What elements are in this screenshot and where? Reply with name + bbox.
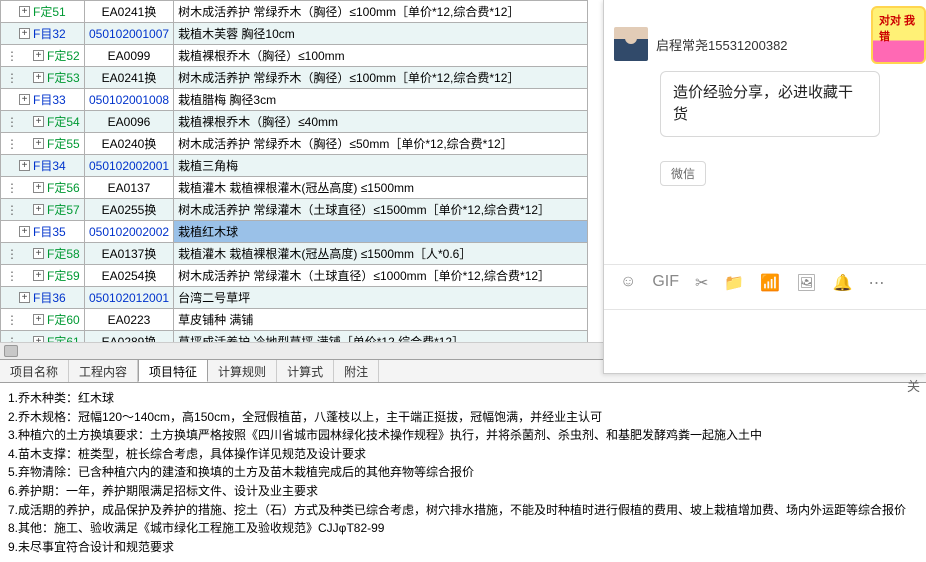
tree-label[interactable]: F定58 bbox=[47, 245, 80, 262]
desc-cell[interactable]: 树木成活养护 常绿乔木（胸径）≤100mm［单价*12,综合费*12］ bbox=[174, 1, 588, 23]
expand-icon[interactable]: + bbox=[33, 248, 44, 259]
desc-cell[interactable]: 栽植灌木 栽植裸根灌木(冠丛高度) ≤1500mm bbox=[174, 177, 588, 199]
desc-cell[interactable]: 树木成活养护 常绿灌木（土球直径）≤1500mm［单价*12,综合费*12］ bbox=[174, 199, 588, 221]
detail-panel: 1.乔木种类：红木球2.乔木规格：冠幅120～140cm，高150cm，全冠假植… bbox=[0, 383, 926, 562]
tree-label[interactable]: F定52 bbox=[47, 47, 80, 64]
tree-label[interactable]: F目35 bbox=[33, 223, 66, 240]
code-cell[interactable]: EA0137 bbox=[84, 177, 173, 199]
code-cell[interactable]: 050102001007 bbox=[84, 23, 173, 45]
expand-icon[interactable]: + bbox=[33, 204, 44, 215]
chat-input-area[interactable] bbox=[604, 309, 926, 373]
expand-icon[interactable]: + bbox=[19, 94, 30, 105]
desc-cell[interactable]: 栽植腊梅 胸径3cm bbox=[174, 89, 588, 111]
tab-3[interactable]: 计算规则 bbox=[208, 360, 277, 382]
expand-icon[interactable]: + bbox=[33, 116, 44, 127]
chat-tool-0[interactable]: ☺ bbox=[620, 273, 636, 293]
detail-line: 8.其他：施工、验收满足《城市绿化工程施工及验收规范》CJJφT82-99 bbox=[8, 519, 918, 538]
desc-cell[interactable]: 树木成活养护 常绿灌木（土球直径）≤1000mm［单价*12,综合费*12］ bbox=[174, 265, 588, 287]
code-cell[interactable]: EA0241换 bbox=[84, 1, 173, 23]
tab-1[interactable]: 工程内容 bbox=[69, 360, 138, 382]
desc-cell[interactable]: 树木成活养护 常绿乔木（胸径）≤100mm［单价*12,综合费*12］ bbox=[174, 67, 588, 89]
chat-tool-5[interactable]: 🖼 bbox=[796, 273, 816, 293]
chat-tool-1[interactable]: GIF bbox=[652, 273, 679, 293]
desc-cell[interactable]: 栽植裸根乔木（胸径）≤100mm bbox=[174, 45, 588, 67]
chat-close-button[interactable]: 关 bbox=[907, 376, 920, 395]
tree-label[interactable]: F定57 bbox=[47, 201, 80, 218]
detail-line: 4.苗木支撑：桩类型，桩长综合考虑，具体操作详见规范及设计要求 bbox=[8, 445, 918, 464]
code-cell[interactable]: 050102002002 bbox=[84, 221, 173, 243]
expand-icon[interactable]: + bbox=[33, 138, 44, 149]
tree-label[interactable]: F定56 bbox=[47, 179, 80, 196]
chat-toolbar: ☺ GIF ✂ 📁 📶 🖼 🔔 ⋯ bbox=[604, 264, 926, 301]
tab-2[interactable]: 项目特征 bbox=[138, 359, 208, 382]
expand-icon[interactable]: + bbox=[19, 28, 30, 39]
desc-cell[interactable]: 树木成活养护 常绿乔木（胸径）≤50mm［单价*12,综合费*12］ bbox=[174, 133, 588, 155]
desc-cell[interactable]: 栽植裸根乔木（胸径）≤40mm bbox=[174, 111, 588, 133]
chat-message-bubble: 造价经验分享，必进收藏干货 bbox=[660, 71, 880, 137]
detail-line: 6.养护期：一年，养护期限满足招标文件、设计及业主要求 bbox=[8, 482, 918, 501]
detail-line: 3.种植穴的土方换填要求：土方换填严格按照《四川省城市园林绿化技术操作规程》执行… bbox=[8, 426, 918, 445]
tree-label[interactable]: F定54 bbox=[47, 113, 80, 130]
expand-icon[interactable]: + bbox=[19, 292, 30, 303]
expand-icon[interactable]: + bbox=[33, 50, 44, 61]
code-cell[interactable]: EA0240换 bbox=[84, 133, 173, 155]
tree-label[interactable]: F目32 bbox=[33, 25, 66, 42]
desc-cell[interactable]: 栽植灌木 栽植裸根灌木(冠丛高度) ≤1500mm［人*0.6］ bbox=[174, 243, 588, 265]
tree-label[interactable]: F目33 bbox=[33, 91, 66, 108]
desc-cell[interactable]: 栽植木芙蓉 胸径10cm bbox=[174, 23, 588, 45]
tree-label[interactable]: F定59 bbox=[47, 267, 80, 284]
chat-panel: 撤回 启程常尧15531200382 造价经验分享，必进收藏干货 微信 对对 我… bbox=[603, 0, 926, 374]
tab-4[interactable]: 计算式 bbox=[277, 360, 334, 382]
chat-tool-2[interactable]: ✂ bbox=[695, 273, 708, 293]
chat-tool-3[interactable]: 📁 bbox=[724, 273, 744, 293]
code-cell[interactable]: EA0255换 bbox=[84, 199, 173, 221]
expand-icon[interactable]: + bbox=[33, 314, 44, 325]
desc-cell[interactable]: 草坪成活养护 冷地型草坪 满铺［单价*12,综合费*12］ bbox=[174, 331, 588, 343]
detail-line: 5.弃物清除：已含种植穴内的建渣和换填的土方及苗木栽植完成后的其他弃物等综合报价 bbox=[8, 463, 918, 482]
scrollbar-thumb[interactable] bbox=[4, 345, 18, 357]
code-cell[interactable]: EA0241换 bbox=[84, 67, 173, 89]
expand-icon[interactable]: + bbox=[19, 160, 30, 171]
desc-cell[interactable]: 草皮铺种 满铺 bbox=[174, 309, 588, 331]
detail-line: 2.乔木规格：冠幅120～140cm，高150cm，全冠假植苗，八蓬枝以上，主干… bbox=[8, 408, 918, 427]
tree-label[interactable]: F目36 bbox=[33, 289, 66, 306]
chat-tool-7[interactable]: ⋯ bbox=[869, 273, 885, 293]
chat-contact-name: 启程常尧15531200382 bbox=[656, 35, 788, 54]
code-cell[interactable]: EA0096 bbox=[84, 111, 173, 133]
expand-icon[interactable]: + bbox=[19, 6, 30, 17]
tree-label[interactable]: F目34 bbox=[33, 157, 66, 174]
tab-0[interactable]: 项目名称 bbox=[0, 360, 69, 382]
detail-line: 7.成活期的养护，成品保护及养护的措施、挖土（石）方式及种类已综合考虑，树穴排水… bbox=[8, 501, 918, 520]
code-cell[interactable]: 050102001008 bbox=[84, 89, 173, 111]
desc-cell[interactable]: 栽植三角梅 bbox=[174, 155, 588, 177]
expand-icon[interactable]: + bbox=[33, 270, 44, 281]
code-cell[interactable]: EA0254换 bbox=[84, 265, 173, 287]
tree-label[interactable]: F定61 bbox=[47, 333, 80, 342]
desc-cell[interactable]: 台湾二号草坪 bbox=[174, 287, 588, 309]
tree-label[interactable]: F定60 bbox=[47, 311, 80, 328]
detail-line: 9.未尽事宜符合设计和规范要求 bbox=[8, 538, 918, 557]
expand-icon[interactable]: + bbox=[33, 72, 44, 83]
expand-icon[interactable]: + bbox=[33, 182, 44, 193]
avatar[interactable] bbox=[614, 27, 648, 61]
detail-line: 1.乔木种类：红木球 bbox=[8, 389, 918, 408]
wechat-tag[interactable]: 微信 bbox=[660, 161, 706, 186]
code-cell[interactable]: EA0099 bbox=[84, 45, 173, 67]
tab-5[interactable]: 附注 bbox=[334, 360, 379, 382]
code-cell[interactable]: 050102002001 bbox=[84, 155, 173, 177]
boq-table[interactable]: +F定51EA0241换树木成活养护 常绿乔木（胸径）≤100mm［单价*12,… bbox=[0, 0, 588, 342]
code-cell[interactable]: EA0223 bbox=[84, 309, 173, 331]
chat-tool-4[interactable]: 📶 bbox=[760, 273, 780, 293]
code-cell[interactable]: EA0289换 bbox=[84, 331, 173, 343]
tree-label[interactable]: F定53 bbox=[47, 69, 80, 86]
tree-label[interactable]: F定51 bbox=[33, 3, 66, 20]
chat-tool-6[interactable]: 🔔 bbox=[833, 273, 853, 293]
desc-cell[interactable]: 栽植红木球 bbox=[174, 221, 588, 243]
chat-sticker[interactable]: 对对 我错 bbox=[871, 6, 926, 64]
expand-icon[interactable]: + bbox=[19, 226, 30, 237]
code-cell[interactable]: 050102012001 bbox=[84, 287, 173, 309]
code-cell[interactable]: EA0137换 bbox=[84, 243, 173, 265]
tree-label[interactable]: F定55 bbox=[47, 135, 80, 152]
